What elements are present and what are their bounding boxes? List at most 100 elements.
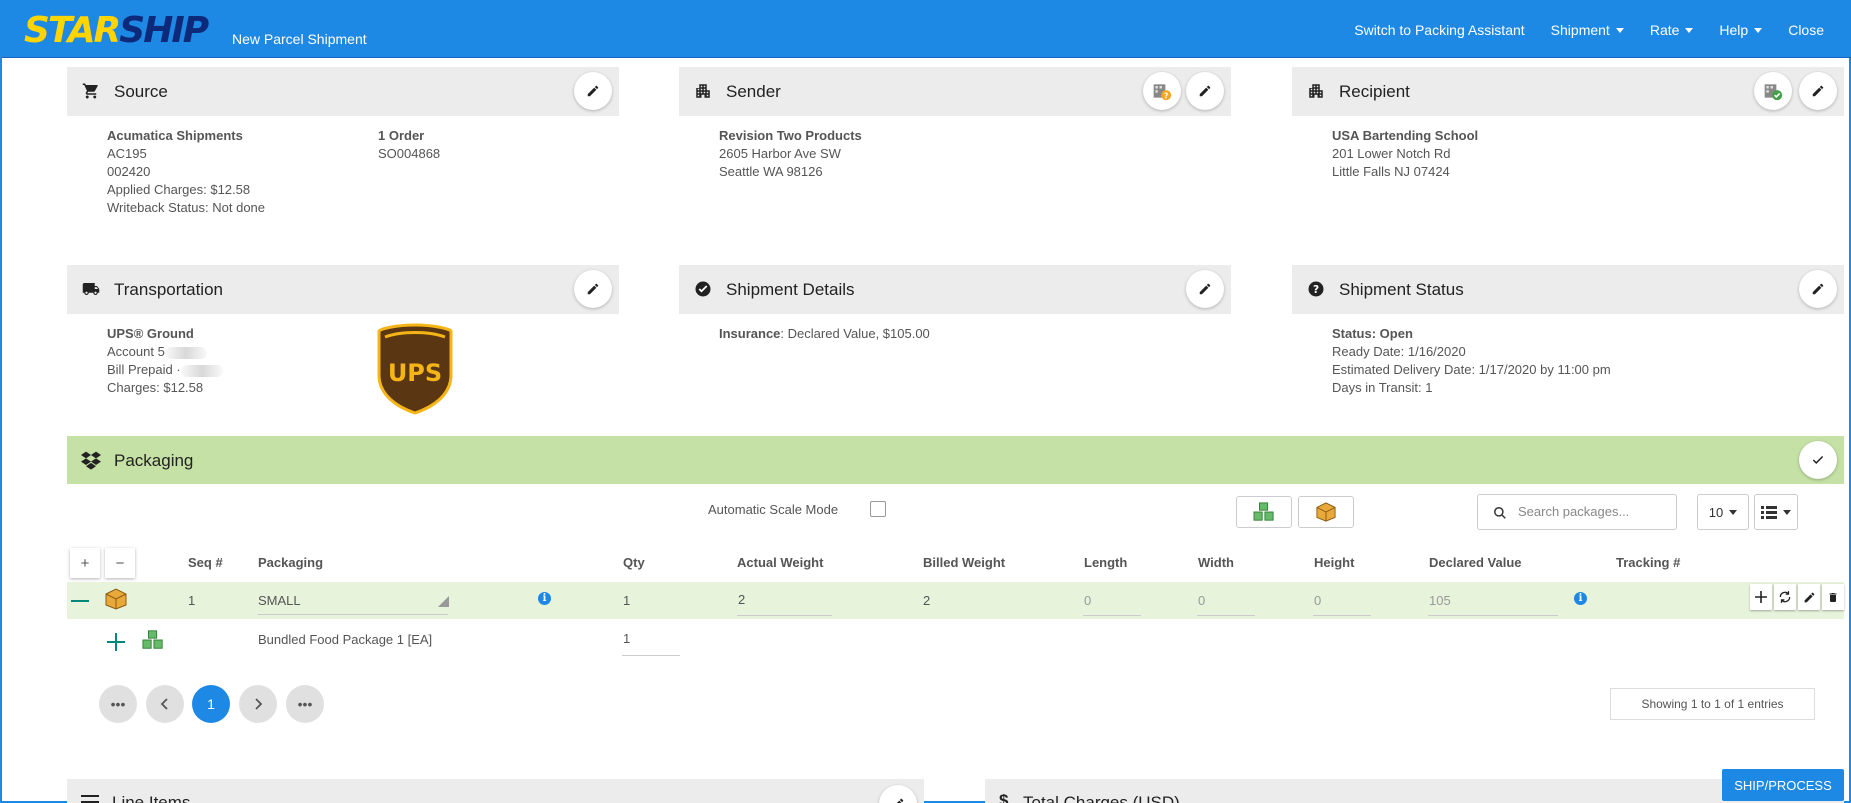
dollar-icon: $: [999, 791, 1009, 803]
total-charges-panel: $ Total Charges (USD): [985, 779, 1844, 803]
actual-weight-input[interactable]: 2: [738, 592, 745, 607]
bill-label: Bill Prepaid ·: [107, 362, 181, 377]
col-width[interactable]: Width: [1198, 555, 1234, 570]
sub-item-name: Bundled Food Package 1 [EA]: [258, 632, 433, 647]
edit-sender-button[interactable]: [1186, 72, 1224, 110]
edit-transportation-button[interactable]: [574, 270, 612, 308]
svg-text:?: ?: [1313, 284, 1319, 296]
rate-menu[interactable]: Rate: [1637, 22, 1707, 38]
edit-package-button[interactable]: [1798, 584, 1820, 610]
search-icon: [1494, 507, 1506, 519]
help-menu[interactable]: Help: [1706, 22, 1775, 38]
collapse-all-button[interactable]: −: [105, 548, 135, 578]
edit-line-items-button[interactable]: [879, 785, 917, 803]
pager-next-button[interactable]: [239, 685, 277, 723]
column-view-select[interactable]: [1754, 494, 1798, 530]
packaging-header: Packaging: [67, 436, 1844, 484]
length-input[interactable]: 0: [1084, 593, 1091, 608]
edit-shipment-details-button[interactable]: [1186, 270, 1224, 308]
recipient-address-check-button[interactable]: [1754, 72, 1792, 110]
col-billed-weight[interactable]: Billed Weight: [923, 555, 1005, 570]
transport-charges: Charges: $12.58: [107, 380, 204, 395]
refresh-button[interactable]: [1774, 584, 1796, 610]
col-seq[interactable]: Seq #: [188, 555, 223, 570]
pager-page-1[interactable]: 1: [192, 685, 230, 723]
transportation-header: Transportation: [67, 265, 619, 314]
pencil-icon: [1199, 283, 1211, 295]
delete-package-button[interactable]: [1822, 584, 1844, 610]
edit-recipient-button[interactable]: [1799, 72, 1837, 110]
resize-handle-icon: [438, 596, 449, 607]
starship-logo[interactable]: STARSHIP: [24, 10, 209, 51]
recipient-name: USA Bartending School: [1332, 128, 1479, 143]
pencil-icon: [587, 283, 599, 295]
chevron-down-icon: [1783, 509, 1791, 515]
insurance-label: Insurance: [719, 326, 781, 341]
page-size-select[interactable]: 10: [1697, 494, 1749, 530]
packaging-info-icon[interactable]: i: [538, 592, 551, 605]
length-underline: [1083, 615, 1141, 616]
height-input[interactable]: 0: [1314, 593, 1321, 608]
search-packages[interactable]: [1477, 494, 1677, 530]
source-name: Acumatica Shipments: [107, 128, 243, 143]
col-packaging[interactable]: Packaging: [258, 555, 323, 570]
sub-item-qty-underline: [622, 655, 680, 656]
close-link[interactable]: Close: [1775, 22, 1837, 38]
chevron-down-icon: [1615, 27, 1624, 33]
rate-menu-label: Rate: [1649, 22, 1680, 38]
pager-prev-button[interactable]: [146, 685, 184, 723]
shipment-details-header: Shipment Details: [679, 265, 1231, 314]
ship-process-button[interactable]: SHIP/PROCESS: [1722, 769, 1844, 801]
help-menu-label: Help: [1719, 22, 1749, 38]
automatic-scale-mode-checkbox[interactable]: [870, 501, 886, 517]
add-sub-item-button[interactable]: [106, 632, 126, 655]
pager-first-button[interactable]: •••: [99, 685, 137, 723]
chevron-down-icon: [1754, 27, 1763, 33]
shipment-menu[interactable]: Shipment: [1538, 22, 1637, 38]
edit-shipment-status-button[interactable]: [1799, 270, 1837, 308]
chevron-right-icon: [255, 698, 263, 710]
switch-packing-assistant-link[interactable]: Switch to Packing Assistant: [1341, 22, 1537, 38]
col-qty[interactable]: Qty: [623, 555, 645, 570]
packaging-underline: [258, 614, 448, 615]
recipient-title: Recipient: [1339, 82, 1410, 101]
width-input[interactable]: 0: [1198, 593, 1205, 608]
sub-item-qty-input[interactable]: 1: [623, 631, 630, 646]
pencil-icon: [587, 85, 599, 97]
truck-icon: [82, 283, 100, 295]
shipment-details-title: Shipment Details: [726, 280, 855, 299]
shipment-status-panel: ? Shipment Status Status: Open Ready Dat…: [1292, 265, 1844, 430]
col-height[interactable]: Height: [1314, 555, 1354, 570]
col-tracking[interactable]: Tracking #: [1616, 555, 1680, 570]
top-nav: Switch to Packing Assistant Shipment Rat…: [1341, 2, 1837, 58]
list-icon: [1761, 506, 1777, 519]
declared-value-info-icon[interactable]: i: [1574, 592, 1587, 605]
col-declared-value[interactable]: Declared Value: [1429, 555, 1522, 570]
pager-last-button[interactable]: •••: [286, 685, 324, 723]
height-underline: [1313, 615, 1371, 616]
sender-address-check-button[interactable]: ?: [1143, 72, 1181, 110]
dropbox-icon: [81, 451, 101, 470]
applied-charges: Applied Charges: $12.58: [107, 182, 251, 197]
question-circle-icon: ?: [1308, 281, 1324, 297]
source-order-info: 1 Order SO004868: [378, 127, 440, 163]
col-length[interactable]: Length: [1084, 555, 1127, 570]
edit-source-button[interactable]: [574, 72, 612, 110]
pencil-icon: [1199, 85, 1211, 97]
add-package-button[interactable]: [1298, 496, 1354, 528]
collapse-row-icon[interactable]: [71, 600, 89, 602]
search-packages-input[interactable]: [1518, 504, 1668, 519]
packaging-select[interactable]: SMALL: [258, 593, 301, 608]
redacted-account: [164, 346, 207, 359]
product-packing-button[interactable]: [1236, 496, 1292, 528]
plus-icon: [107, 633, 125, 651]
automatic-scale-mode-label: Automatic Scale Mode: [708, 502, 839, 517]
width-underline: [1197, 615, 1255, 616]
packaging-confirm-button[interactable]: [1799, 441, 1837, 479]
expand-all-button[interactable]: +: [70, 548, 100, 578]
add-item-button[interactable]: [1750, 584, 1772, 610]
declared-value-input[interactable]: 105: [1429, 593, 1451, 608]
col-actual-weight[interactable]: Actual Weight: [737, 555, 823, 570]
days-in-transit: Days in Transit: 1: [1332, 380, 1433, 395]
chevron-down-icon: [1685, 27, 1694, 33]
